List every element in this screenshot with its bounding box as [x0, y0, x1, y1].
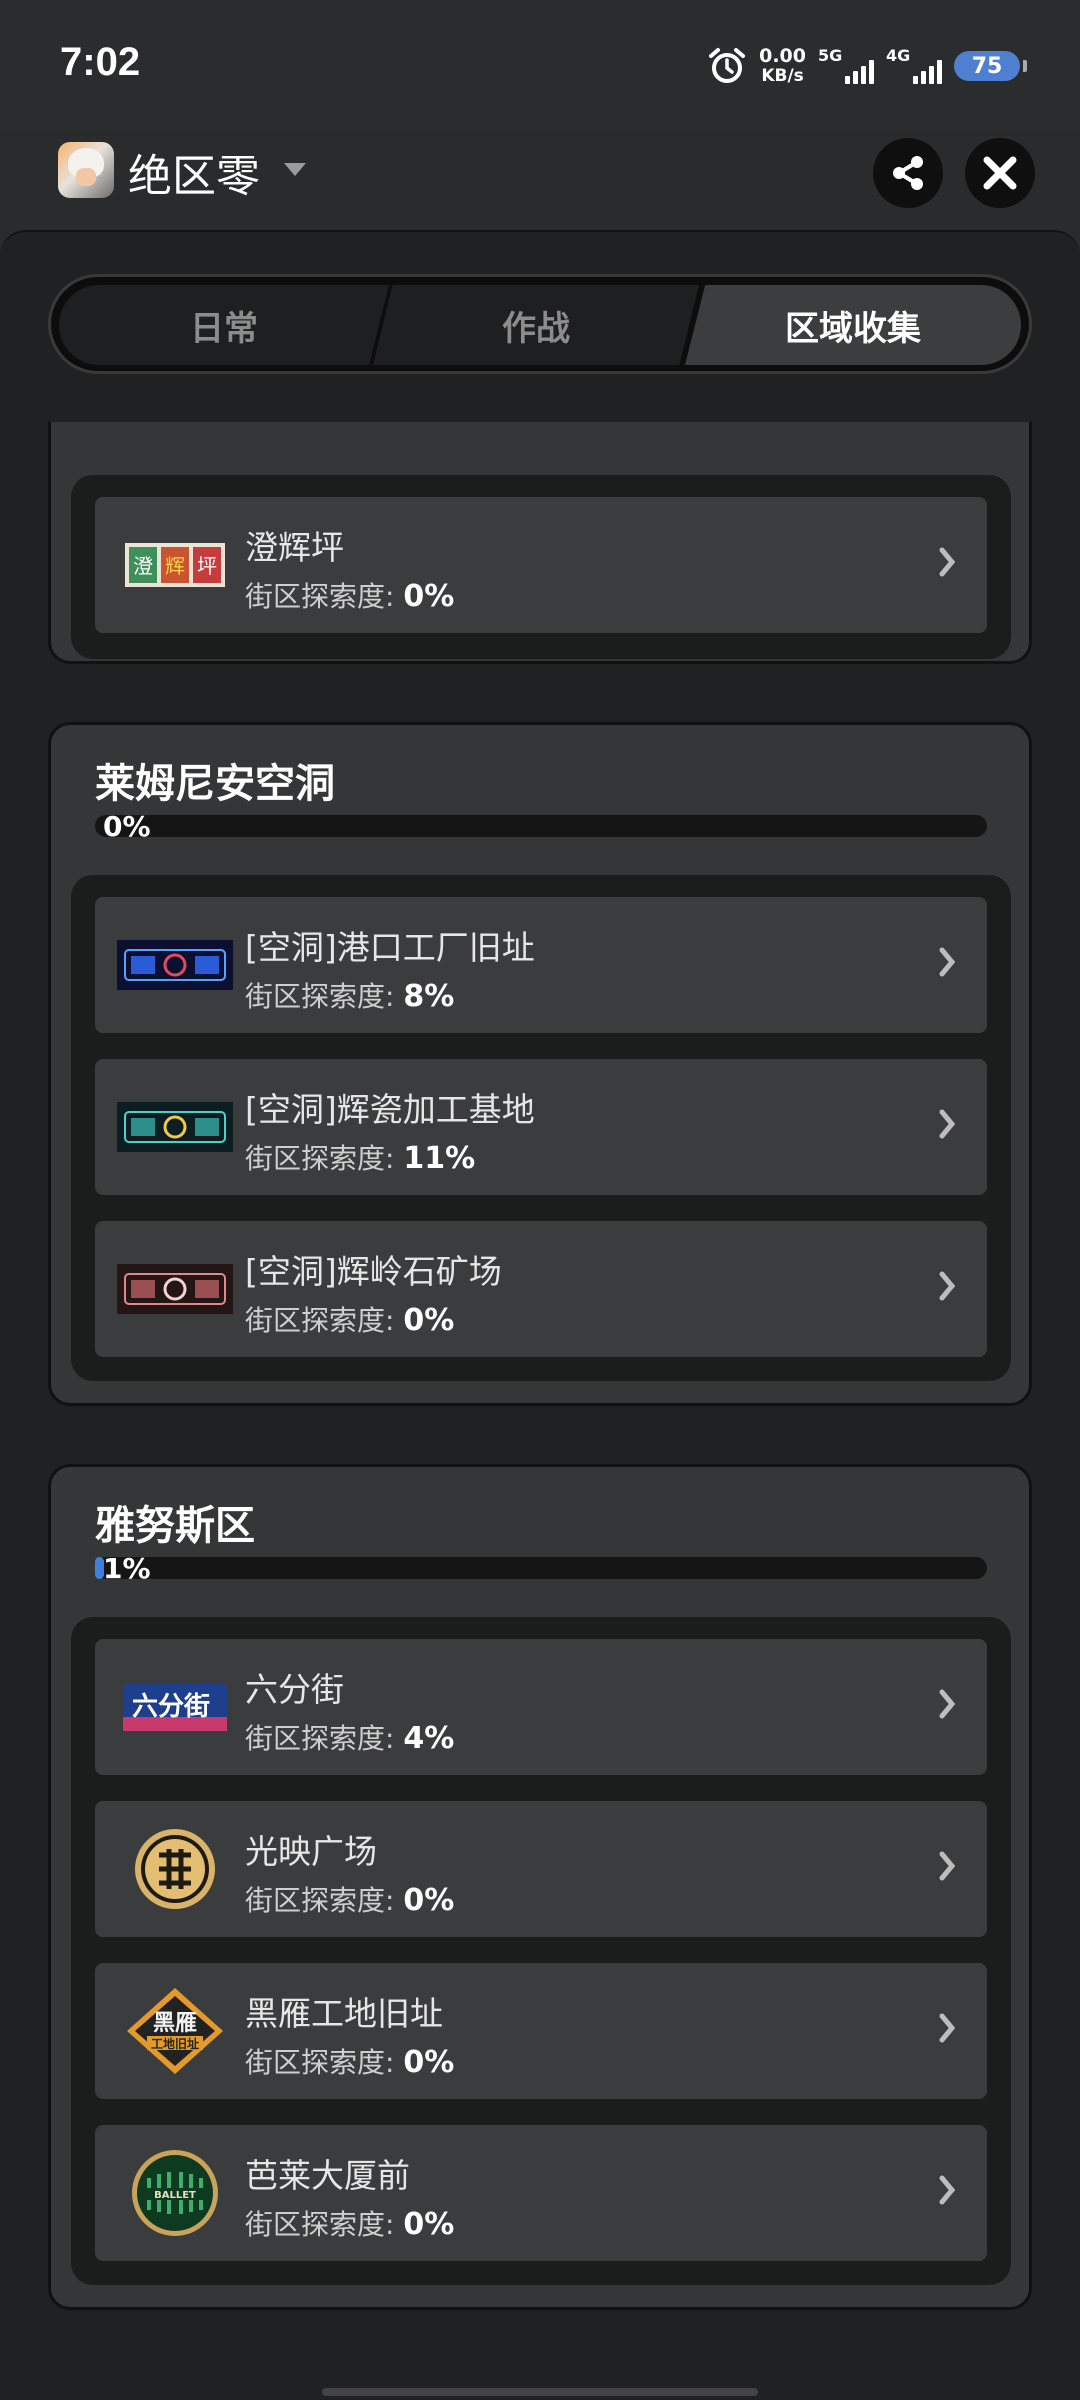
location-item[interactable]: [空洞]辉瓷加工基地 街区探索度: 11%	[95, 1059, 987, 1195]
location-progress: 街区探索度: 0%	[245, 579, 455, 614]
region-progress-text: 0%	[103, 810, 151, 843]
battery-level: 75	[971, 53, 1003, 79]
blackgoose-site-badge-icon: 黑雁 工地旧址	[117, 1988, 233, 2074]
location-item[interactable]: [空洞]港口工厂旧址 街区探索度: 8%	[95, 897, 987, 1033]
sixth-street-sign-icon: 六分街	[117, 1665, 233, 1749]
alarm-clock-icon	[707, 46, 747, 86]
region-progress-bar: 1%	[95, 1552, 987, 1585]
svg-text:BALLET: BALLET	[154, 2190, 196, 2201]
signal-4g-icon: 4G	[886, 46, 942, 86]
net-speed-value: 0.00	[759, 45, 806, 67]
location-name: 六分街	[245, 1670, 344, 1709]
location-progress: 街区探索度: 4%	[245, 1721, 455, 1756]
status-bar: 7:02 0.00 KB/s 5G 4G 75	[0, 0, 1080, 130]
location-progress: 街区探索度: 0%	[245, 2045, 455, 2080]
svg-text:工地旧址: 工地旧址	[151, 2036, 199, 2051]
region-title: 莱姆尼安空洞	[95, 761, 335, 807]
location-item[interactable]: BALLET 芭莱大厦前 街区探索度: 0%	[95, 2125, 987, 2261]
location-name: [空洞]辉岭石矿场	[245, 1252, 502, 1291]
share-icon	[893, 156, 923, 190]
network-speed: 0.00 KB/s	[759, 47, 806, 85]
svg-text:黑雁: 黑雁	[153, 2011, 197, 2036]
region-location-list: 六分街 六分街 街区探索度: 4% 光映广场 街区探索度: 0% 黑雁 工地旧址…	[71, 1617, 1011, 2285]
location-item[interactable]: 六分街 六分街 街区探索度: 4%	[95, 1639, 987, 1775]
chevron-right-icon	[939, 2175, 956, 2209]
chevron-right-icon	[939, 1689, 956, 1723]
region-card: 莱姆尼安空洞 0% [空洞]港口工厂旧址 街区探索度: 8% [空洞]辉瓷加工基…	[48, 722, 1032, 1406]
svg-text:坪: 坪	[197, 554, 217, 578]
chenghuiping-sign-icon: 澄 辉 坪	[117, 523, 233, 607]
tab-combat-label: 作战	[502, 308, 570, 349]
lumina-square-coin-icon	[117, 1827, 233, 1911]
stone-quarry-neon-icon	[117, 1247, 233, 1331]
location-name: 黑雁工地旧址	[245, 1994, 443, 2033]
chevron-right-icon	[939, 1271, 956, 1305]
close-icon	[983, 156, 1017, 190]
share-button[interactable]	[873, 138, 943, 208]
tab-daily[interactable]: 日常	[59, 285, 389, 365]
region-location-list: 澄 辉 坪 澄辉坪 街区探索度: 0%	[71, 475, 1011, 659]
location-name: [空洞]港口工厂旧址	[245, 928, 535, 967]
chevron-right-icon	[939, 2013, 956, 2047]
region-progress-bar: 0%	[95, 810, 987, 843]
battery-icon: 75	[954, 51, 1027, 81]
location-name: 澄辉坪	[245, 528, 344, 567]
signal-5g-icon: 5G	[818, 46, 874, 86]
region-list-scroll[interactable]: 澄 辉 坪 澄辉坪 街区探索度: 0% 莱姆尼安空洞 0% [空洞]港口工厂旧址…	[0, 422, 1080, 2400]
region-progress-text: 1%	[103, 1552, 151, 1585]
location-name: 芭莱大厦前	[245, 2156, 410, 2195]
tab-zone-collection[interactable]: 区域收集	[685, 285, 1021, 365]
chevron-right-icon	[939, 547, 956, 581]
location-item[interactable]: 光映广场 街区探索度: 0%	[95, 1801, 987, 1937]
app-logo-avatar	[58, 142, 114, 198]
tab-combat[interactable]: 作战	[373, 285, 699, 365]
chevron-right-icon	[939, 1109, 956, 1143]
svg-text:辉: 辉	[165, 554, 185, 578]
location-item[interactable]: 澄 辉 坪 澄辉坪 街区探索度: 0%	[95, 497, 987, 633]
net-speed-unit: KB/s	[761, 66, 804, 86]
tab-daily-label: 日常	[190, 308, 258, 349]
chevron-right-icon	[939, 947, 956, 981]
close-button[interactable]	[965, 138, 1035, 208]
region-card: 澄 辉 坪 澄辉坪 街区探索度: 0%	[48, 422, 1032, 664]
app-title[interactable]: 绝区零	[128, 140, 260, 204]
location-name: 光映广场	[245, 1832, 377, 1871]
ballet-twins-badge-icon: BALLET	[117, 2150, 233, 2236]
location-progress: 街区探索度: 8%	[245, 979, 455, 1014]
svg-text:六分街: 六分街	[132, 1692, 210, 1722]
porcelain-base-neon-icon	[117, 1085, 233, 1169]
svg-text:澄: 澄	[133, 554, 153, 578]
region-card: 雅努斯区 1% 六分街 六分街 街区探索度: 4% 光映广场 街区探索度: 0%…	[48, 1464, 1032, 2310]
location-progress: 街区探索度: 0%	[245, 1303, 455, 1338]
location-name: [空洞]辉瓷加工基地	[245, 1090, 535, 1129]
location-progress: 街区探索度: 0%	[245, 2207, 455, 2242]
caret-down-icon[interactable]	[284, 162, 306, 181]
tab-zone-label: 区域收集	[785, 308, 921, 349]
sim2-network-type: 4G	[886, 46, 911, 65]
app-header: 绝区零	[0, 130, 1080, 230]
sim1-network-type: 5G	[818, 46, 843, 65]
location-progress: 街区探索度: 11%	[245, 1141, 476, 1176]
region-title: 雅努斯区	[95, 1503, 255, 1549]
region-location-list: [空洞]港口工厂旧址 街区探索度: 8% [空洞]辉瓷加工基地 街区探索度: 1…	[71, 875, 1011, 1381]
tab-bar: 日常 作战 区域收集	[48, 274, 1032, 374]
location-progress: 街区探索度: 0%	[245, 1883, 455, 1918]
location-item[interactable]: [空洞]辉岭石矿场 街区探索度: 0%	[95, 1221, 987, 1357]
status-icons: 0.00 KB/s 5G 4G 75	[707, 44, 1027, 88]
main-panel: 日常 作战 区域收集 澄 辉 坪 澄辉坪 街区探索度: 0% 莱姆尼安空洞 0%…	[0, 230, 1080, 2400]
home-indicator[interactable]	[322, 2388, 758, 2396]
location-item[interactable]: 黑雁 工地旧址 黑雁工地旧址 街区探索度: 0%	[95, 1963, 987, 2099]
chevron-right-icon	[939, 1851, 956, 1885]
port-factory-neon-icon	[117, 923, 233, 1007]
status-time: 7:02	[60, 40, 141, 84]
